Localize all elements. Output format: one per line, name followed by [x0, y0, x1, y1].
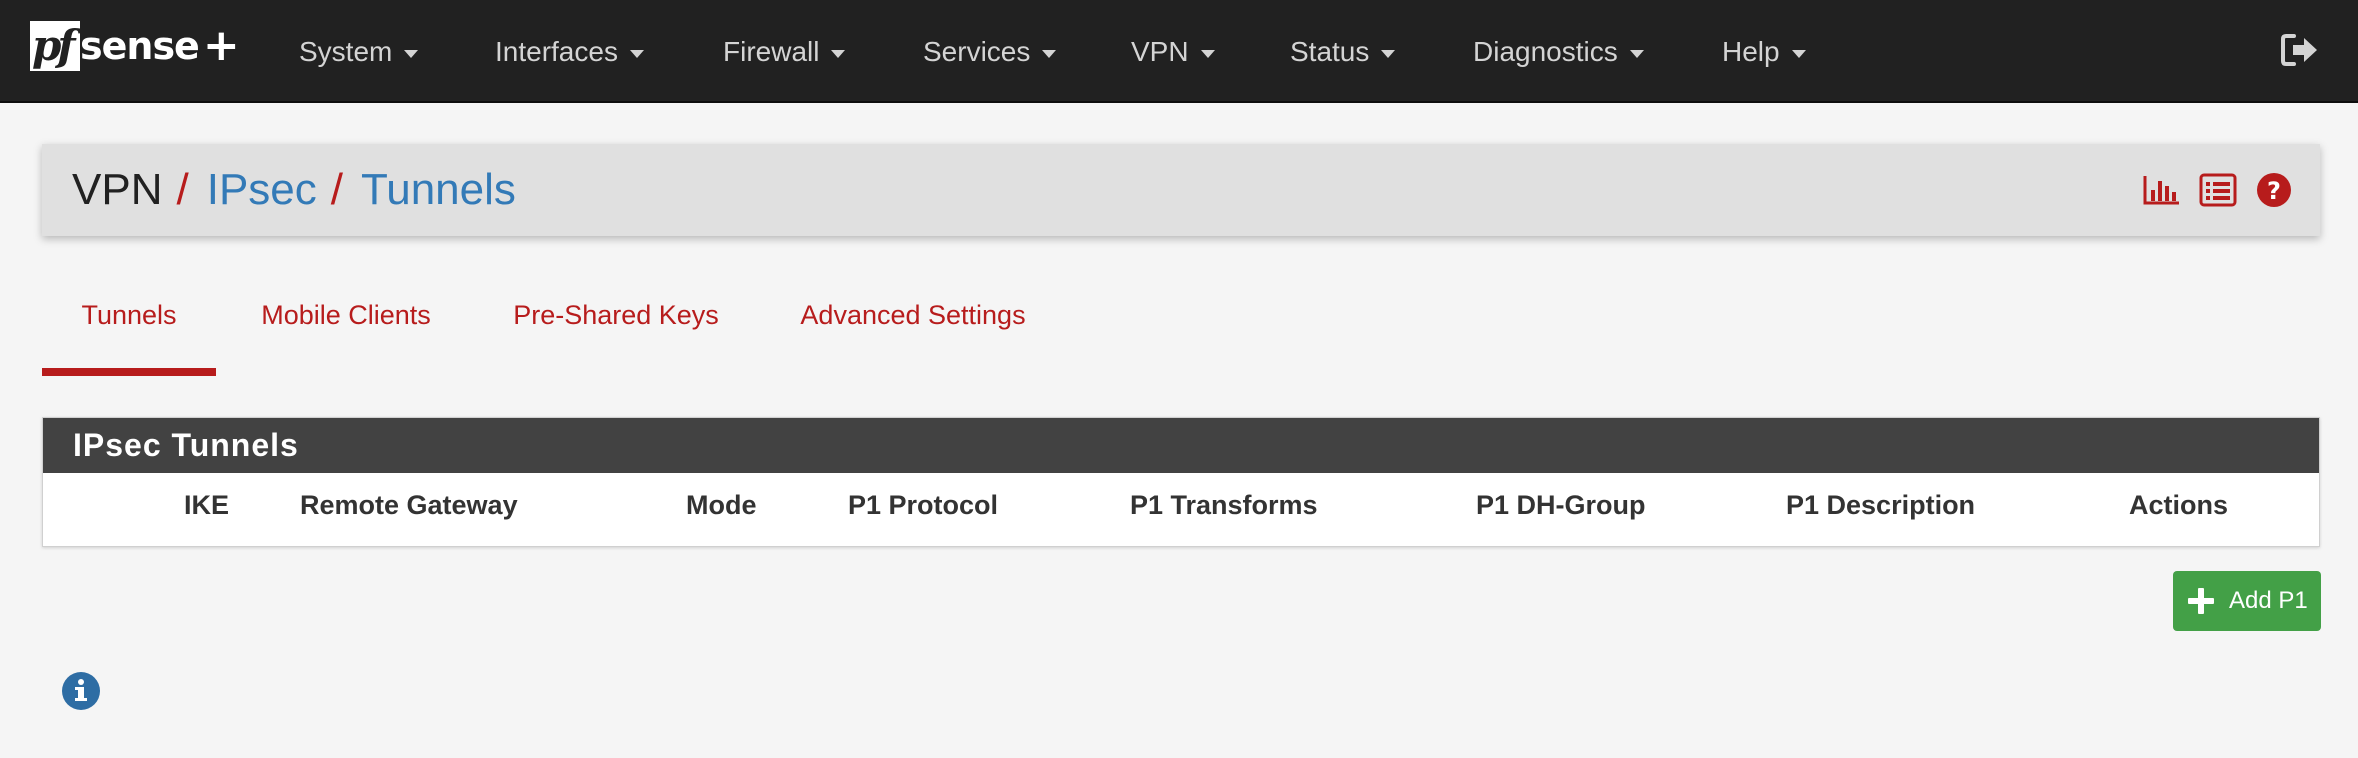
tab-mobile-clients[interactable]: Mobile Clients — [238, 300, 454, 376]
breadcrumb-separator: / — [176, 165, 189, 214]
tab-pre-shared-keys[interactable]: Pre-Shared Keys — [498, 300, 734, 376]
tab-advanced-settings[interactable]: Advanced Settings — [780, 300, 1046, 376]
breadcrumb-ipsec-link[interactable]: IPsec — [207, 165, 317, 215]
nav-menu-label: Firewall — [723, 35, 820, 67]
nav-menu-firewall[interactable]: Firewall — [723, 0, 846, 103]
nav-menu-label: Interfaces — [495, 35, 618, 67]
breadcrumb-tunnels-link[interactable]: Tunnels — [361, 165, 516, 215]
caret-down-icon — [629, 49, 644, 58]
caret-down-icon — [404, 49, 419, 58]
nav-menu-status[interactable]: Status — [1290, 0, 1396, 103]
nav-menu-label: Services — [923, 35, 1031, 67]
page-header: VPN / IPsec / Tunnels ? — [42, 144, 2320, 236]
panel-title: IPsec Tunnels — [43, 418, 2319, 473]
nav-menu-interfaces[interactable]: Interfaces — [495, 0, 644, 103]
sign-out-icon[interactable] — [2280, 32, 2320, 68]
nav-menu-label: Status — [1290, 35, 1370, 67]
column-header-remote-gateway: Remote Gateway — [300, 490, 518, 520]
logo-mark: pf — [30, 21, 80, 71]
column-header-p1-transforms: P1 Transforms — [1130, 490, 1318, 520]
ipsec-tunnels-panel: IPsec Tunnels IKE Remote Gateway Mode P1… — [42, 417, 2320, 547]
list-log-icon[interactable] — [2198, 172, 2238, 208]
add-p1-label: Add P1 — [2229, 587, 2308, 614]
logo-plus: + — [202, 20, 240, 71]
caret-down-icon — [1200, 49, 1215, 58]
caret-down-icon — [1629, 49, 1644, 58]
pfsense-logo[interactable]: pf sense + — [30, 21, 240, 71]
logo-text: sense — [80, 24, 200, 68]
caret-down-icon — [831, 49, 846, 58]
breadcrumb-vpn: VPN — [72, 165, 163, 214]
help-circle-icon[interactable]: ? — [2254, 172, 2294, 208]
nav-menu-help[interactable]: Help — [1722, 0, 1806, 103]
caret-down-icon — [1381, 49, 1396, 58]
nav-menu-label: VPN — [1131, 35, 1189, 67]
breadcrumb-separator: / — [330, 165, 343, 214]
column-header-p1-dh-group: P1 DH-Group — [1476, 490, 1646, 520]
nav-menu-services[interactable]: Services — [923, 0, 1057, 103]
nav-menu-vpn[interactable]: VPN — [1131, 0, 1215, 103]
breadcrumb: VPN / IPsec / Tunnels — [72, 144, 516, 236]
tab-tunnels[interactable]: Tunnels — [42, 300, 216, 376]
caret-down-icon — [1042, 49, 1057, 58]
plus-icon — [2188, 588, 2214, 614]
nav-menu-diagnostics[interactable]: Diagnostics — [1473, 0, 1644, 103]
nav-menu-label: System — [299, 35, 393, 67]
bar-chart-icon[interactable] — [2142, 172, 2182, 208]
column-header-p1-description: P1 Description — [1786, 490, 1976, 520]
column-header-actions: Actions — [2129, 490, 2229, 520]
caret-down-icon — [1791, 49, 1806, 58]
tab-label: Pre-Shared Keys — [513, 300, 719, 330]
column-header-p1-protocol: P1 Protocol — [848, 490, 999, 520]
column-header-ike: IKE — [184, 490, 230, 520]
info-circle-icon[interactable] — [61, 671, 101, 711]
add-p1-button[interactable]: Add P1 — [2173, 571, 2321, 631]
tab-label: Advanced Settings — [800, 300, 1026, 330]
column-header-mode: Mode — [686, 490, 757, 520]
tab-label: Tunnels — [81, 300, 177, 330]
svg-text:?: ? — [2267, 177, 2281, 205]
nav-menu-system[interactable]: System — [299, 0, 419, 103]
nav-menu-label: Diagnostics — [1473, 35, 1618, 67]
nav-menu-label: Help — [1722, 35, 1780, 67]
tab-label: Mobile Clients — [261, 300, 431, 330]
top-navbar: pf sense + System Interfaces Firewall Se… — [0, 0, 2358, 103]
